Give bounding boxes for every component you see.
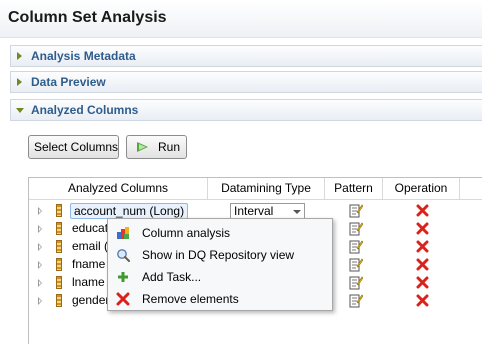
delete-icon[interactable] <box>416 258 429 271</box>
pattern-icon[interactable] <box>349 275 363 290</box>
collapsed-twisty-icon <box>17 78 22 86</box>
editor-title: Column Set Analysis <box>8 9 167 26</box>
datamining-type-value: Interval <box>234 204 274 218</box>
column-name[interactable]: lname <box>70 275 107 291</box>
section-title: Analyzed Columns <box>31 103 139 117</box>
column-name[interactable]: email ( <box>70 239 110 255</box>
pattern-icon[interactable] <box>349 203 363 218</box>
column-icon <box>56 204 62 217</box>
column-name[interactable]: gender <box>70 293 111 309</box>
delete-icon[interactable] <box>416 240 429 253</box>
magnifier-icon <box>117 249 130 262</box>
table-header: Analyzed Columns Datamining Type Pattern… <box>29 178 482 200</box>
column-icon <box>56 276 62 289</box>
column-name[interactable]: fname <box>70 257 107 273</box>
run-icon <box>137 142 148 152</box>
run-label: Run <box>158 140 181 154</box>
column-header-pattern[interactable]: Pattern <box>325 178 383 200</box>
section-data-preview[interactable]: Data Preview <box>10 71 482 93</box>
expand-row-icon[interactable] <box>38 297 42 305</box>
menu-item-label: Show in DQ Repository view <box>142 248 295 262</box>
select-columns-label: Select Columns <box>34 140 119 154</box>
column-name[interactable]: account_num (Long) <box>70 203 189 219</box>
expand-row-icon[interactable] <box>38 207 42 215</box>
expand-row-icon[interactable] <box>38 261 42 269</box>
menu-item-show-in-dq-repository[interactable]: Show in DQ Repository view <box>108 244 332 266</box>
column-analysis-icon <box>117 227 129 239</box>
context-menu: Column analysis Show in DQ Repository vi… <box>107 218 333 311</box>
add-plus-icon <box>118 272 128 282</box>
column-header-analyzed-columns[interactable]: Analyzed Columns <box>29 178 208 200</box>
column-icon <box>56 240 62 253</box>
delete-icon[interactable] <box>416 222 429 235</box>
expand-row-icon[interactable] <box>38 243 42 251</box>
pattern-icon[interactable] <box>349 239 363 254</box>
column-header-datamining-type[interactable]: Datamining Type <box>208 178 325 200</box>
section-analysis-metadata[interactable]: Analysis Metadata <box>10 45 482 67</box>
delete-icon[interactable] <box>416 276 429 289</box>
column-header-operation[interactable]: Operation <box>383 178 460 200</box>
column-icon <box>56 222 62 235</box>
pattern-icon[interactable] <box>349 293 363 308</box>
menu-item-label: Add Task... <box>142 270 202 284</box>
expanded-twisty-icon <box>16 108 24 113</box>
select-columns-button[interactable]: Select Columns <box>28 135 119 159</box>
red-x-icon <box>116 292 130 306</box>
menu-item-remove-elements[interactable]: Remove elements <box>108 288 332 310</box>
expand-row-icon[interactable] <box>38 225 42 233</box>
section-title: Data Preview <box>31 75 106 89</box>
column-icon <box>56 258 62 271</box>
menu-item-label: Column analysis <box>142 226 231 240</box>
menu-item-add-task[interactable]: Add Task... <box>108 266 332 288</box>
delete-icon[interactable] <box>416 204 429 217</box>
chevron-down-icon <box>293 210 301 214</box>
pattern-icon[interactable] <box>349 221 363 236</box>
collapsed-twisty-icon <box>17 52 22 60</box>
column-name[interactable]: educat <box>70 221 110 237</box>
pattern-icon[interactable] <box>349 257 363 272</box>
expand-row-icon[interactable] <box>38 279 42 287</box>
section-analyzed-columns[interactable]: Analyzed Columns <box>10 99 482 121</box>
editor-header: Column Set Analysis <box>0 0 482 38</box>
column-icon <box>56 294 62 307</box>
section-title: Analysis Metadata <box>31 49 136 63</box>
delete-icon[interactable] <box>416 294 429 307</box>
menu-item-label: Remove elements <box>142 292 239 306</box>
run-button[interactable]: Run <box>126 135 187 159</box>
menu-item-column-analysis[interactable]: Column analysis <box>108 222 332 244</box>
